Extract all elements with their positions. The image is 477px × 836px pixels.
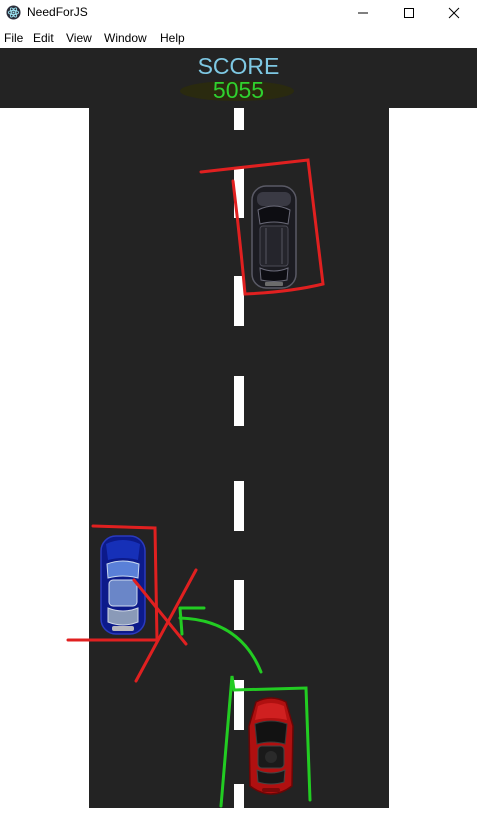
score-panel: SCORE 5055 bbox=[0, 48, 477, 108]
menu-bar: File Edit View Window Help bbox=[0, 27, 477, 47]
menu-view[interactable]: View bbox=[66, 31, 92, 45]
enemy-car-blue bbox=[100, 535, 146, 635]
lane-dash bbox=[234, 784, 244, 808]
menu-help[interactable]: Help bbox=[160, 31, 185, 45]
lane-dash bbox=[234, 680, 244, 730]
app-window: NeedForJS File Edit View Window Help SCO… bbox=[0, 0, 477, 836]
lane-dash bbox=[234, 108, 244, 130]
close-icon bbox=[448, 7, 460, 19]
title-bar: NeedForJS bbox=[0, 0, 477, 26]
minimize-icon bbox=[358, 12, 368, 14]
menu-window[interactable]: Window bbox=[104, 31, 147, 45]
road bbox=[89, 108, 389, 808]
maximize-button[interactable] bbox=[386, 0, 432, 26]
menu-edit[interactable]: Edit bbox=[33, 31, 54, 45]
maximize-icon bbox=[404, 8, 414, 18]
close-button[interactable] bbox=[431, 0, 477, 26]
lane-dash bbox=[234, 580, 244, 630]
score-label: SCORE bbox=[197, 53, 280, 79]
player-car-red[interactable] bbox=[246, 696, 296, 800]
electron-app-icon bbox=[6, 5, 21, 20]
game-canvas[interactable]: SCORE 5055 bbox=[0, 48, 477, 836]
lane-dash bbox=[234, 376, 244, 426]
score-value: 5055 bbox=[212, 77, 265, 103]
lane-dash bbox=[234, 168, 244, 218]
window-title: NeedForJS bbox=[27, 5, 88, 19]
menu-file[interactable]: File bbox=[4, 31, 23, 45]
lane-dash bbox=[234, 481, 244, 531]
minimize-button[interactable] bbox=[340, 0, 386, 26]
lane-dash bbox=[234, 276, 244, 326]
enemy-car-black bbox=[251, 185, 297, 289]
